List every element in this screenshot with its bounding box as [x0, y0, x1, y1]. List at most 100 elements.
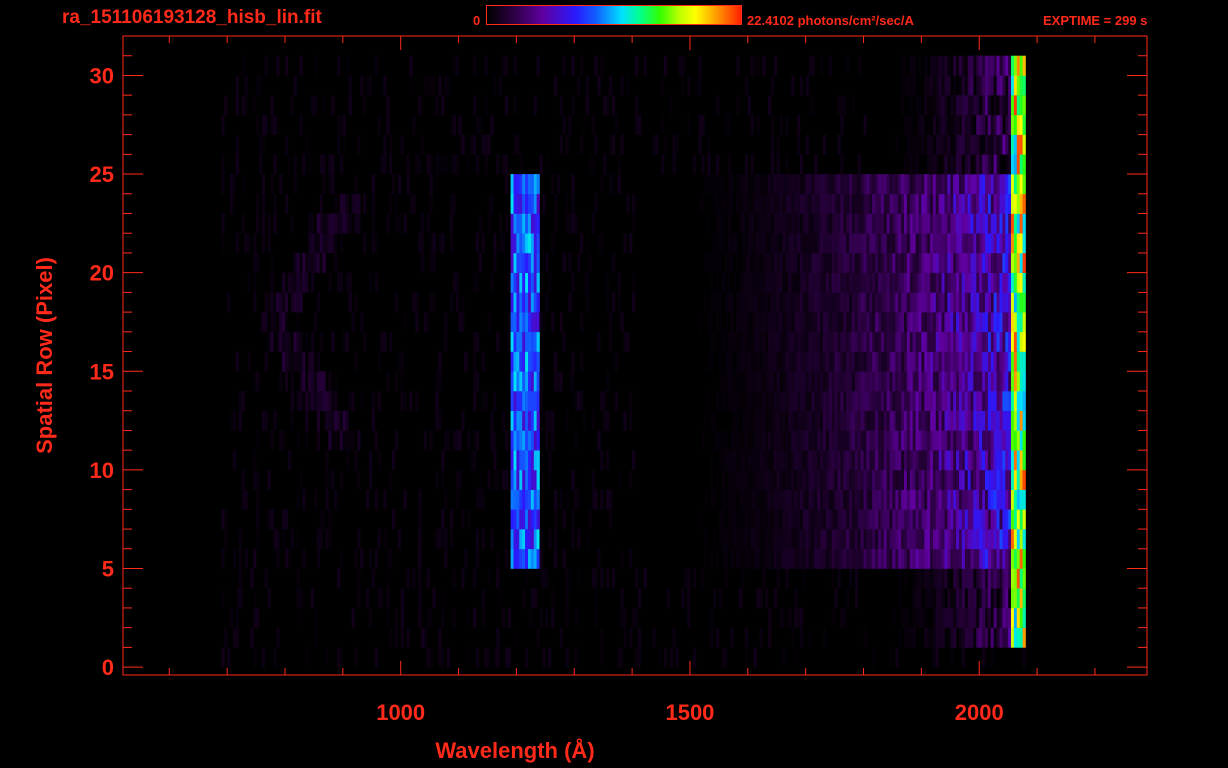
heatmap-cell — [348, 272, 352, 293]
heatmap-cell — [727, 469, 731, 490]
heatmap-cell — [380, 588, 384, 609]
heatmap-cell — [901, 312, 905, 333]
heatmap-cell — [267, 469, 271, 490]
heatmap-cell — [993, 351, 997, 372]
heatmap-cell — [956, 548, 960, 569]
heatmap-cell — [938, 371, 942, 392]
heatmap-cell — [510, 391, 514, 411]
heatmap-cell — [1013, 154, 1018, 175]
heatmap-cell — [380, 331, 384, 352]
heatmap-cell — [904, 312, 908, 333]
heatmap-cell — [528, 529, 532, 550]
heatmap-cell — [875, 489, 879, 510]
heatmap-cell — [455, 430, 459, 451]
heatmap-cell — [843, 292, 847, 313]
heatmap-cell — [938, 55, 942, 76]
heatmap-cell — [906, 529, 911, 550]
heatmap-cell — [736, 469, 740, 490]
heatmap-cell — [435, 154, 439, 175]
heatmap-cell — [256, 193, 260, 214]
heatmap-cell — [802, 213, 806, 234]
heatmap-cell — [906, 174, 911, 195]
heatmap-cell — [308, 252, 312, 273]
heatmap-cell — [869, 548, 873, 569]
heatmap-cell — [782, 292, 786, 313]
heatmap-cell — [776, 529, 780, 550]
heatmap-cell — [504, 213, 508, 234]
heatmap-cell — [993, 607, 997, 628]
heatmap-cell — [1022, 548, 1026, 569]
heatmap-cell — [779, 430, 783, 451]
heatmap-cell — [935, 391, 939, 411]
heatmap-cell — [504, 154, 508, 175]
heatmap-cell — [785, 312, 789, 333]
heatmap-cell — [947, 450, 951, 471]
heatmap-cell — [530, 371, 535, 392]
heatmap-cell — [626, 193, 630, 214]
heatmap-cell — [892, 469, 896, 490]
heatmap-cell — [776, 193, 780, 214]
heatmap-cell — [909, 272, 913, 293]
heatmap-cell — [716, 430, 720, 451]
heatmap-cell — [1019, 489, 1023, 510]
heatmap-cell — [944, 55, 948, 76]
heatmap-cell — [883, 509, 887, 530]
heatmap-cell — [415, 312, 419, 333]
heatmap-cell — [846, 174, 850, 195]
heatmap-cell — [961, 55, 966, 76]
heatmap-cell — [771, 213, 775, 234]
heatmap-cell — [525, 193, 529, 214]
heatmap-cell — [623, 607, 627, 628]
heatmap-cell — [967, 272, 971, 293]
heatmap-cell — [843, 213, 847, 234]
heatmap-cell — [961, 114, 966, 135]
heatmap-cell — [883, 469, 887, 490]
heatmap-cell — [961, 410, 966, 431]
heatmap-cell — [967, 391, 971, 411]
heatmap-cell — [513, 292, 517, 313]
heatmap-cell — [429, 252, 433, 273]
heatmap-cell — [788, 351, 792, 372]
heatmap-cell — [1013, 233, 1018, 254]
heatmap-cell — [756, 272, 760, 293]
heatmap-cell — [510, 233, 514, 254]
heatmap-cell — [878, 450, 882, 471]
heatmap-cell — [1008, 351, 1012, 372]
heatmap-cell — [418, 588, 422, 609]
heatmap-cell — [898, 469, 902, 490]
heatmap-cell — [716, 233, 720, 254]
heatmap-cell — [866, 489, 870, 510]
heatmap-cell — [831, 193, 835, 214]
heatmap-cell — [996, 312, 1000, 333]
heatmap-cell — [970, 568, 974, 589]
heatmap-cell — [316, 410, 320, 431]
heatmap-cell — [892, 193, 896, 214]
heatmap-cell — [1005, 371, 1009, 392]
heatmap-cell — [678, 55, 682, 76]
heatmap-cell — [1011, 134, 1015, 155]
heatmap-cell — [771, 292, 775, 313]
heatmap-cell — [788, 469, 792, 490]
heatmap-cell — [606, 489, 610, 510]
heatmap-cell — [886, 292, 890, 313]
heatmap-cell — [473, 134, 477, 155]
heatmap-cell — [319, 509, 323, 530]
heatmap-cell — [1005, 114, 1009, 135]
heatmap-cell — [817, 272, 821, 293]
heatmap-cell — [794, 529, 798, 550]
heatmap-cell — [1013, 450, 1018, 471]
heatmap-cell — [941, 134, 945, 155]
heatmap-cell — [299, 55, 303, 76]
heatmap-cell — [987, 154, 992, 175]
heatmap-cell — [496, 154, 500, 175]
heatmap-cell — [276, 312, 280, 333]
heatmap-cell — [808, 213, 812, 234]
heatmap-cell — [883, 213, 887, 234]
heatmap-cell — [959, 174, 963, 195]
heatmap-cell — [947, 410, 951, 431]
heatmap-cell — [918, 371, 922, 392]
heatmap-cell — [846, 193, 850, 214]
heatmap-cell — [811, 174, 815, 195]
heatmap-cell — [759, 331, 763, 352]
heatmap-cell — [918, 410, 922, 431]
